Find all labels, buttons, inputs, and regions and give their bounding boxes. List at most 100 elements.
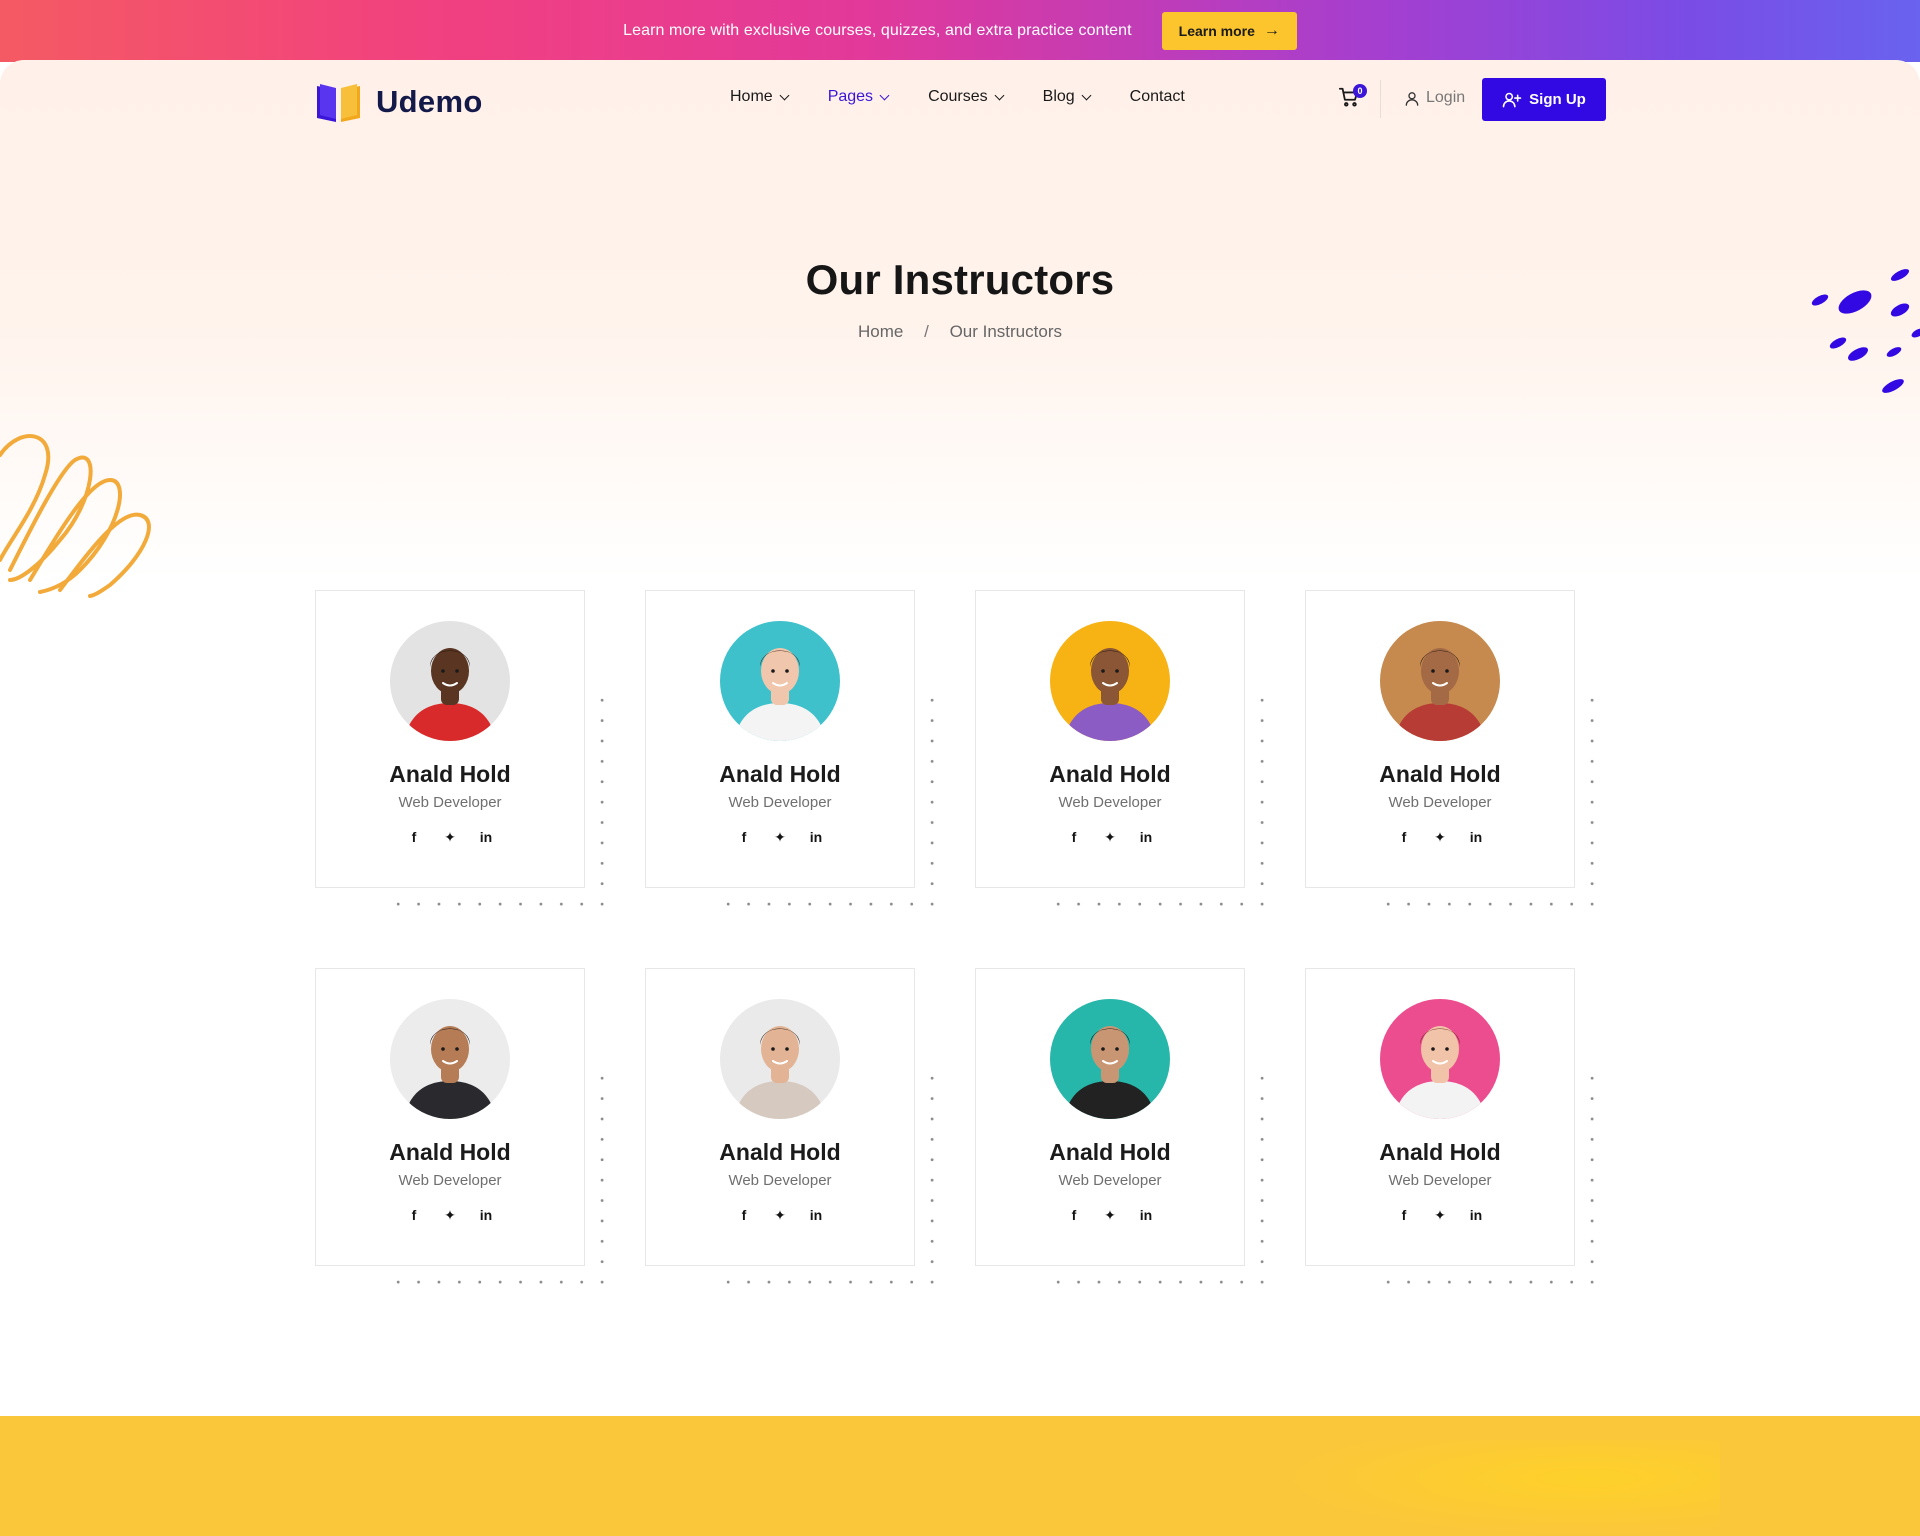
header-divider bbox=[1380, 80, 1381, 118]
instructor-avatar[interactable] bbox=[1050, 999, 1170, 1119]
chevron-down-icon bbox=[879, 90, 890, 100]
user-plus-icon bbox=[1502, 92, 1522, 108]
instructor-card[interactable]: Anald Hold Web Developer f ✦ in bbox=[975, 968, 1245, 1266]
login-label: Login bbox=[1426, 89, 1466, 106]
facebook-icon[interactable]: f bbox=[737, 829, 751, 845]
instructor-role: Web Developer bbox=[1058, 1172, 1162, 1189]
facebook-icon[interactable]: f bbox=[407, 1207, 421, 1223]
instructor-avatar[interactable] bbox=[1050, 621, 1170, 741]
instructor-card[interactable]: Anald Hold Web Developer f ✦ in bbox=[975, 590, 1245, 888]
twitter-icon[interactable]: ✦ bbox=[1433, 1207, 1447, 1223]
twitter-icon[interactable]: ✦ bbox=[773, 829, 787, 845]
instructor-avatar[interactable] bbox=[390, 621, 510, 741]
arrow-right-icon: → bbox=[1263, 22, 1280, 39]
breadcrumb-current: Our Instructors bbox=[949, 322, 1062, 341]
brand-logo[interactable]: Udemo bbox=[314, 82, 483, 122]
instructor-role: Web Developer bbox=[728, 794, 832, 811]
brand-name: Udemo bbox=[376, 84, 483, 119]
instructor-name[interactable]: Anald Hold bbox=[719, 761, 840, 788]
decorative-loops-left bbox=[0, 420, 160, 605]
nav-item-blog[interactable]: Blog bbox=[1042, 88, 1092, 106]
book-logo-icon bbox=[314, 82, 364, 122]
chevron-down-icon bbox=[994, 90, 1005, 100]
linkedin-icon[interactable]: in bbox=[809, 1207, 823, 1223]
learn-more-label: Learn more bbox=[1178, 23, 1255, 39]
user-icon bbox=[1405, 91, 1419, 106]
facebook-icon[interactable]: f bbox=[737, 1207, 751, 1223]
instructor-role: Web Developer bbox=[728, 1172, 832, 1189]
instructor-avatar[interactable] bbox=[720, 999, 840, 1119]
twitter-icon[interactable]: ✦ bbox=[1433, 829, 1447, 845]
instructor-card-wrapper: Anald Hold Web Developer f ✦ in bbox=[975, 590, 1278, 920]
instructor-card[interactable]: Anald Hold Web Developer f ✦ in bbox=[1305, 968, 1575, 1266]
twitter-icon[interactable]: ✦ bbox=[1103, 829, 1117, 845]
sign-up-label: Sign Up bbox=[1529, 91, 1586, 108]
instructor-avatar[interactable] bbox=[1380, 999, 1500, 1119]
instructor-avatar[interactable] bbox=[1380, 621, 1500, 741]
instructor-card-wrapper: Anald Hold Web Developer f ✦ in bbox=[315, 590, 618, 920]
social-links: f ✦ in bbox=[737, 1207, 823, 1223]
instructor-card[interactable]: Anald Hold Web Developer f ✦ in bbox=[315, 968, 585, 1266]
instructor-role: Web Developer bbox=[398, 794, 502, 811]
login-link[interactable]: Login bbox=[1404, 89, 1465, 107]
chevron-down-icon bbox=[779, 90, 790, 100]
breadcrumb: Home / Our Instructors bbox=[0, 322, 1920, 342]
promo-text: Learn more with exclusive courses, quizz… bbox=[623, 22, 1132, 39]
linkedin-icon[interactable]: in bbox=[1469, 1207, 1483, 1223]
instructor-name[interactable]: Anald Hold bbox=[1379, 1139, 1500, 1166]
nav-item-home[interactable]: Home bbox=[730, 88, 790, 106]
promo-bar: Learn more with exclusive courses, quizz… bbox=[0, 0, 1920, 62]
instructor-card-wrapper: Anald Hold Web Developer f ✦ in bbox=[1305, 968, 1608, 1298]
social-links: f ✦ in bbox=[1397, 829, 1483, 845]
nav-item-contact[interactable]: Contact bbox=[1130, 88, 1185, 106]
instructor-card[interactable]: Anald Hold Web Developer f ✦ in bbox=[645, 968, 915, 1266]
instructor-name[interactable]: Anald Hold bbox=[1049, 761, 1170, 788]
facebook-icon[interactable]: f bbox=[1067, 829, 1081, 845]
nav-label: Home bbox=[730, 88, 773, 105]
linkedin-icon[interactable]: in bbox=[1139, 829, 1153, 845]
instructor-card[interactable]: Anald Hold Web Developer f ✦ in bbox=[1305, 590, 1575, 888]
main-nav: Home Pages Courses Blog Contact bbox=[730, 88, 1185, 106]
instructor-card-wrapper: Anald Hold Web Developer f ✦ in bbox=[645, 590, 948, 920]
social-links: f ✦ in bbox=[1067, 1207, 1153, 1223]
instructor-card[interactable]: Anald Hold Web Developer f ✦ in bbox=[645, 590, 915, 888]
linkedin-icon[interactable]: in bbox=[1469, 829, 1483, 845]
nav-item-pages[interactable]: Pages bbox=[827, 88, 890, 106]
facebook-icon[interactable]: f bbox=[1067, 1207, 1081, 1223]
instructor-avatar[interactable] bbox=[390, 999, 510, 1119]
breadcrumb-home[interactable]: Home bbox=[858, 322, 903, 341]
cart-button[interactable]: 0 bbox=[1338, 84, 1367, 112]
social-links: f ✦ in bbox=[737, 829, 823, 845]
linkedin-icon[interactable]: in bbox=[1139, 1207, 1153, 1223]
social-links: f ✦ in bbox=[407, 1207, 493, 1223]
nav-label: Blog bbox=[1042, 88, 1075, 105]
facebook-icon[interactable]: f bbox=[1397, 829, 1411, 845]
instructor-card-wrapper: Anald Hold Web Developer f ✦ in bbox=[1305, 590, 1608, 920]
page-title: Our Instructors bbox=[805, 256, 1115, 303]
linkedin-icon[interactable]: in bbox=[809, 829, 823, 845]
social-links: f ✦ in bbox=[1397, 1207, 1483, 1223]
twitter-icon[interactable]: ✦ bbox=[773, 1207, 787, 1223]
nav-label: Pages bbox=[827, 88, 874, 105]
learn-more-button[interactable]: Learn more → bbox=[1161, 12, 1297, 50]
instructor-role: Web Developer bbox=[1388, 794, 1492, 811]
facebook-icon[interactable]: f bbox=[1397, 1207, 1411, 1223]
instructor-name[interactable]: Anald Hold bbox=[1379, 761, 1500, 788]
linkedin-icon[interactable]: in bbox=[479, 829, 493, 845]
hero-section: Udemo Home Pages Courses Blog Contact 0 bbox=[0, 60, 1920, 580]
instructor-name[interactable]: Anald Hold bbox=[1049, 1139, 1170, 1166]
facebook-icon[interactable]: f bbox=[407, 829, 421, 845]
instructor-avatar[interactable] bbox=[720, 621, 840, 741]
instructor-name[interactable]: Anald Hold bbox=[719, 1139, 840, 1166]
twitter-icon[interactable]: ✦ bbox=[1103, 1207, 1117, 1223]
twitter-icon[interactable]: ✦ bbox=[443, 829, 457, 845]
twitter-icon[interactable]: ✦ bbox=[443, 1207, 457, 1223]
linkedin-icon[interactable]: in bbox=[479, 1207, 493, 1223]
instructor-name[interactable]: Anald Hold bbox=[389, 761, 510, 788]
sign-up-button[interactable]: Sign Up bbox=[1482, 78, 1606, 121]
nav-item-courses[interactable]: Courses bbox=[928, 88, 1005, 106]
instructor-role: Web Developer bbox=[1058, 794, 1162, 811]
instructor-name[interactable]: Anald Hold bbox=[389, 1139, 510, 1166]
band-highlight bbox=[1280, 1440, 1720, 1536]
instructor-card[interactable]: Anald Hold Web Developer f ✦ in bbox=[315, 590, 585, 888]
